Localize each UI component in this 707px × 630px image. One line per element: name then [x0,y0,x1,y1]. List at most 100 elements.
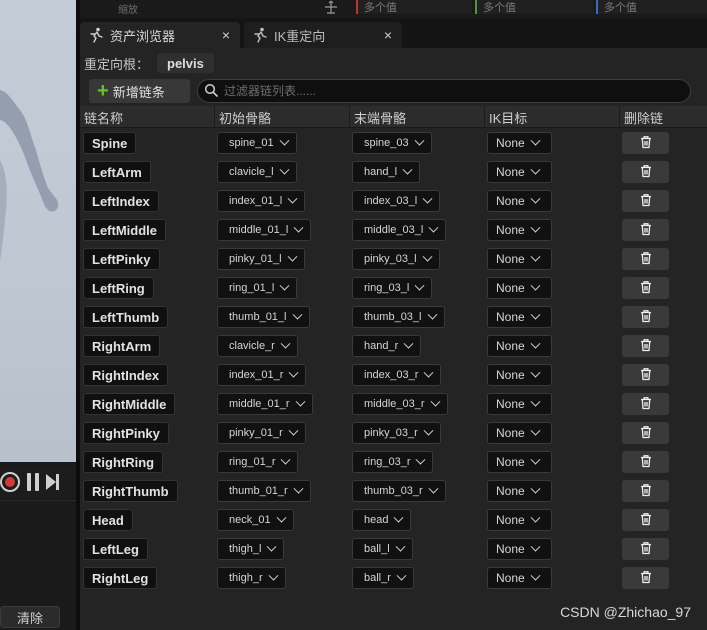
end-bone-dropdown[interactable]: hand_l [352,161,421,183]
chain-name-field[interactable]: LeftThumb [83,306,169,328]
ik-goal-dropdown[interactable]: None [487,277,552,299]
pause-button[interactable] [26,473,40,491]
end-bone-dropdown[interactable]: ring_03_l [352,277,433,299]
chain-name-field[interactable]: RightMiddle [83,393,176,415]
chain-name-field[interactable]: RightIndex [83,364,169,386]
add-chain-button[interactable]: + 新增链条 [89,79,190,103]
ik-goal-dropdown[interactable]: None [487,335,552,357]
column-header-end-bone[interactable]: 末端骨骼 [349,106,484,128]
end-bone-dropdown[interactable]: ring_03_r [352,451,434,473]
chain-name-field[interactable]: LeftIndex [83,190,159,212]
ik-goal-dropdown[interactable]: None [487,219,552,241]
chain-name-field[interactable]: Head [83,509,133,531]
chain-name-field[interactable]: RightThumb [83,480,178,502]
viewport-scene[interactable] [0,0,76,462]
end-bone-dropdown[interactable]: ball_r [352,567,414,589]
column-header-delete-chain[interactable]: 删除链 [619,106,707,128]
chain-name-field[interactable]: RightRing [83,451,164,473]
ik-goal-dropdown[interactable]: None [487,567,552,589]
start-bone-dropdown[interactable]: pinky_01_l [217,248,305,270]
start-bone-dropdown[interactable]: thumb_01_l [217,306,310,328]
delete-chain-button[interactable] [622,393,669,415]
delete-chain-button[interactable] [622,422,669,444]
filter-box[interactable] [197,79,691,103]
start-bone-dropdown[interactable]: ring_01_r [217,451,299,473]
transform-icon[interactable] [324,0,338,14]
start-bone-dropdown[interactable]: clavicle_l [217,161,297,183]
delete-chain-button[interactable] [622,306,669,328]
start-bone-dropdown[interactable]: middle_01_l [217,219,312,241]
end-bone-dropdown[interactable]: ball_l [352,538,413,560]
delete-chain-button[interactable] [622,161,669,183]
chain-name-field[interactable]: LeftArm [83,161,151,183]
delete-chain-button[interactable] [622,190,669,212]
start-bone-dropdown[interactable]: middle_01_r [217,393,313,415]
delete-chain-button[interactable] [622,277,669,299]
start-bone-dropdown[interactable]: neck_01 [217,509,294,531]
close-icon[interactable]: × [222,27,230,43]
chain-name-field[interactable]: RightArm [83,335,161,357]
column-header-chain-name[interactable]: 链名称 [80,106,214,128]
ik-goal-dropdown[interactable]: None [487,364,552,386]
delete-chain-button[interactable] [622,567,669,589]
ik-goal-dropdown[interactable]: None [487,422,552,444]
start-bone-dropdown[interactable]: spine_01 [217,132,297,154]
chain-name-field[interactable]: LeftRing [83,277,154,299]
end-bone-dropdown[interactable]: hand_r [352,335,422,357]
chain-name-field[interactable]: RightPinky [83,422,169,444]
end-bone-dropdown[interactable]: thumb_03_r [352,480,446,502]
end-bone-dropdown[interactable]: index_03_r [352,364,442,386]
end-bone-dropdown[interactable]: spine_03 [352,132,432,154]
delete-chain-button[interactable] [622,538,669,560]
step-forward-button[interactable] [46,473,60,491]
delete-chain-button[interactable] [622,132,669,154]
ik-goal-dropdown[interactable]: None [487,161,552,183]
record-button[interactable] [0,472,20,492]
multi-value-x[interactable]: 多个值 [356,0,472,14]
chain-name-field[interactable]: LeftPinky [83,248,160,270]
end-bone-dropdown[interactable]: pinky_03_r [352,422,441,444]
end-bone-dropdown[interactable]: thumb_03_l [352,306,445,328]
clear-button[interactable]: 清除 [0,606,60,628]
delete-chain-button[interactable] [622,509,669,531]
tab-asset-browser[interactable]: 资产浏览器 × [80,22,240,48]
end-bone-dropdown[interactable]: middle_03_r [352,393,448,415]
end-bone-dropdown[interactable]: middle_03_l [352,219,447,241]
start-bone-dropdown[interactable]: index_01_l [217,190,306,212]
start-bone-dropdown[interactable]: pinky_01_r [217,422,306,444]
delete-chain-button[interactable] [622,219,669,241]
end-bone-dropdown[interactable]: pinky_03_l [352,248,440,270]
close-icon[interactable]: × [384,27,392,43]
ik-goal-dropdown[interactable]: None [487,480,552,502]
tab-ik-retarget[interactable]: IK重定向 × [244,22,402,48]
start-bone-dropdown[interactable]: thigh_l [217,538,285,560]
delete-chain-button[interactable] [622,364,669,386]
ik-goal-dropdown[interactable]: None [487,538,552,560]
column-header-start-bone[interactable]: 初始骨骼 [214,106,349,128]
chain-name-field[interactable]: LeftLeg [83,538,148,560]
multi-value-z[interactable]: 多个值 [596,0,707,14]
delete-chain-button[interactable] [622,451,669,473]
start-bone-dropdown[interactable]: index_01_r [217,364,307,386]
start-bone-dropdown[interactable]: thigh_r [217,567,286,589]
start-bone-dropdown[interactable]: ring_01_l [217,277,298,299]
ik-goal-dropdown[interactable]: None [487,509,552,531]
ik-goal-dropdown[interactable]: None [487,306,552,328]
ik-goal-dropdown[interactable]: None [487,132,552,154]
multi-value-y[interactable]: 多个值 [475,0,593,14]
ik-goal-dropdown[interactable]: None [487,190,552,212]
chain-name-field[interactable]: Spine [83,132,137,154]
end-bone-dropdown[interactable]: head [352,509,412,531]
ik-goal-dropdown[interactable]: None [487,248,552,270]
filter-input[interactable] [224,84,664,98]
start-bone-dropdown[interactable]: clavicle_r [217,335,298,357]
ik-goal-dropdown[interactable]: None [487,451,552,473]
delete-chain-button[interactable] [622,248,669,270]
delete-chain-button[interactable] [622,480,669,502]
ik-goal-dropdown[interactable]: None [487,393,552,415]
delete-chain-button[interactable] [622,335,669,357]
end-bone-dropdown[interactable]: index_03_l [352,190,441,212]
start-bone-dropdown[interactable]: thumb_01_r [217,480,311,502]
chain-name-field[interactable]: RightLeg [83,567,158,589]
retarget-root-value[interactable]: pelvis [157,53,214,73]
